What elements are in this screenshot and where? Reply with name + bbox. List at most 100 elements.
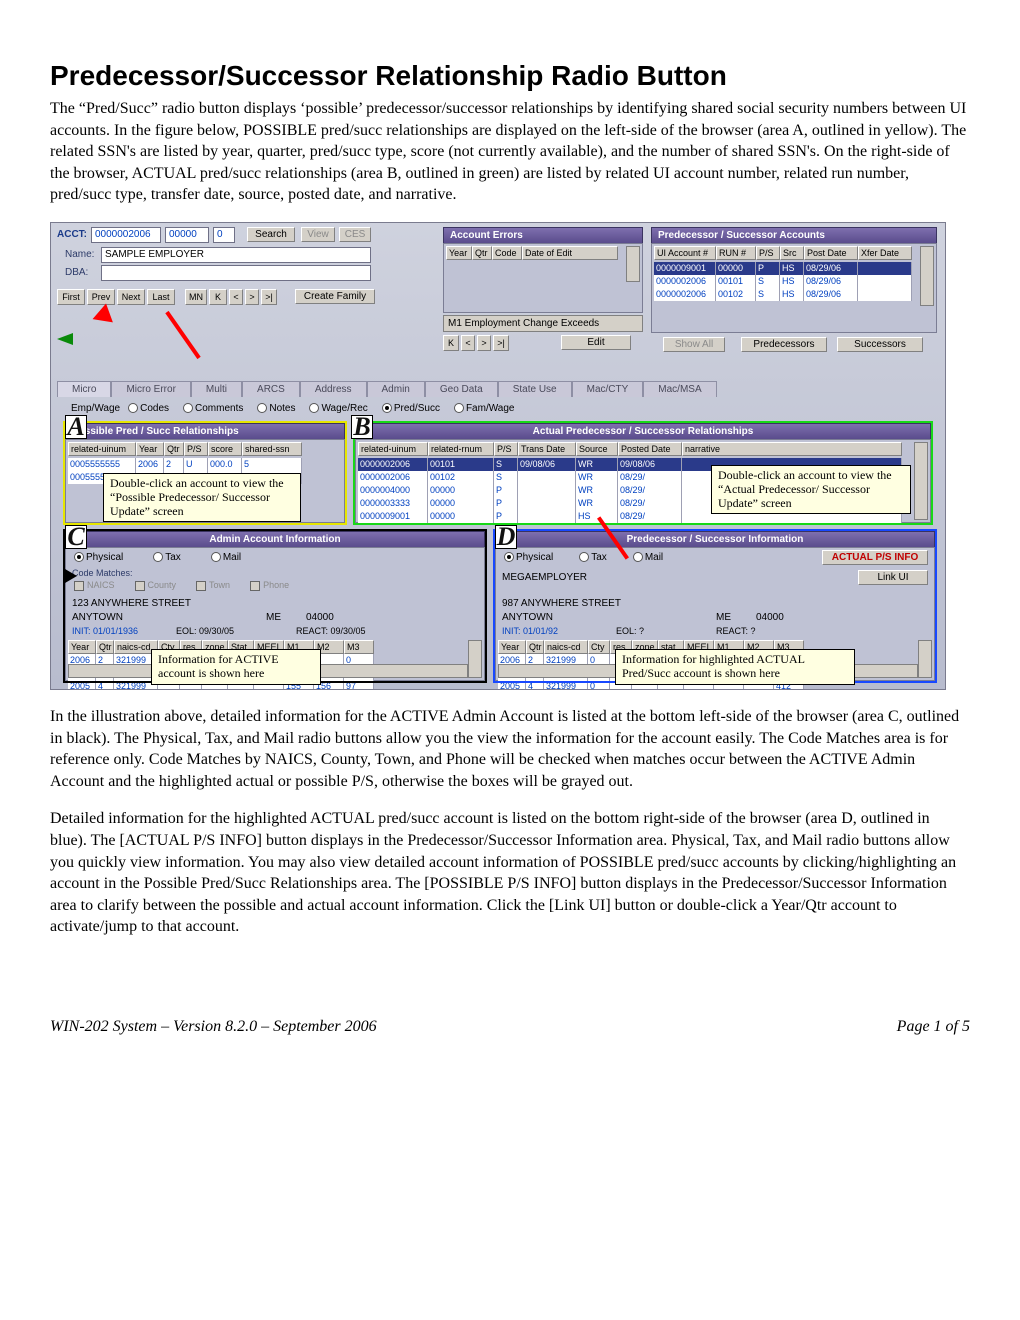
nav-first[interactable]: First (57, 289, 85, 305)
radio-codes[interactable]: Codes (128, 403, 169, 414)
err-nav-lt[interactable]: < (461, 335, 475, 351)
ces-button[interactable]: CES (339, 227, 371, 242)
admin-zip: 04000 (306, 612, 334, 623)
ps-accounts-panel: UI Account # RUN # P/S Src Post Date Xfe… (651, 243, 937, 333)
successors-button[interactable]: Successors (837, 337, 923, 352)
psinfo-city: ANYTOWN (502, 612, 553, 623)
footer-right: Page 1 of 5 (897, 1018, 970, 1036)
tab-address[interactable]: Address (300, 381, 367, 397)
chk-county: County (135, 580, 177, 591)
nav-prev[interactable]: Prev (87, 289, 115, 305)
page-footer: WIN-202 System – Version 8.2.0 – Septemb… (50, 1018, 970, 1036)
psinfo-addr1: 987 ANYWHERE STREET (502, 598, 621, 609)
psinfo-radio-physical[interactable]: Physical (504, 552, 553, 563)
errors-scroll[interactable] (626, 246, 640, 282)
subview-radios: Emp/Wage CodesCommentsNotesWage/RecPred/… (71, 403, 528, 414)
acct-label: ACCT: (57, 229, 87, 240)
tab-arcs[interactable]: ARCS (242, 381, 300, 397)
marker-a: A (65, 415, 87, 439)
nav-mn[interactable]: MN (185, 289, 207, 305)
tabs: MicroMicro ErrorMultiARCSAddressAdminGeo… (57, 381, 717, 397)
view-button[interactable]: View (301, 227, 335, 242)
name-field[interactable] (101, 247, 371, 263)
admin-radio-physical[interactable]: Physical (74, 552, 123, 563)
admin-state: ME (266, 612, 281, 623)
table-row[interactable]: 000000200600102SHS08/29/06 (654, 288, 912, 301)
tab-maccty[interactable]: Mac/CTY (572, 381, 644, 397)
chk-town: Town (196, 580, 230, 591)
tab-admin[interactable]: Admin (367, 381, 425, 397)
admin-radio-mail[interactable]: Mail (211, 552, 241, 563)
record-nav: First Prev Next Last (57, 289, 175, 305)
radio-notes[interactable]: Notes (257, 403, 295, 414)
nav-last[interactable]: Last (147, 289, 175, 305)
err-nav-first[interactable]: K (443, 335, 459, 351)
nav-k[interactable]: K (209, 289, 227, 305)
tab-microerror[interactable]: Micro Error (111, 381, 190, 397)
psinfo-init: INIT: 01/01/92 (502, 626, 558, 636)
screenshot: ACCT: Search View CES Name: DBA: First P… (50, 222, 946, 690)
errors-panel: Year Qtr Code Date of Edit (443, 243, 643, 313)
name-label: Name: (65, 249, 94, 260)
show-all-button[interactable]: Show All (663, 337, 725, 352)
admin-scroll-v[interactable] (468, 640, 482, 678)
acct-run-field[interactable] (165, 227, 209, 243)
dba-field[interactable] (101, 265, 371, 281)
search-button[interactable]: Search (247, 227, 295, 242)
admin-radio-tax[interactable]: Tax (153, 552, 181, 563)
nav-lt[interactable]: < (229, 289, 243, 305)
arrow-c-icon (65, 569, 77, 583)
intro-paragraph: The “Pred/Succ” radio button displays ‘p… (50, 98, 970, 206)
actual-ps-info-button[interactable]: ACTUAL P/S INFO (822, 550, 928, 565)
actual-header: Actual Predecessor / Successor Relations… (355, 423, 931, 440)
admin-addr1: 123 ANYWHERE STREET (72, 598, 191, 609)
psinfo-react: REACT: ? (716, 626, 756, 636)
err-nav-gt[interactable]: > (477, 335, 491, 351)
possible-tooltip: Double-click an account to view the “Pos… (103, 473, 301, 522)
acct-ui-field[interactable] (91, 227, 161, 243)
psinfo-radio-tax[interactable]: Tax (579, 552, 607, 563)
psinfo-name: MEGAEMPLOYER (502, 572, 587, 583)
admin-header: Admin Account Information (65, 531, 485, 548)
ps-accounts-cols: UI Account # RUN # P/S Src Post Date Xfe… (654, 246, 912, 260)
psinfo-tooltip: Information for highlighted ACTUAL Pred/… (615, 649, 855, 685)
edit-button[interactable]: Edit (561, 335, 631, 350)
psinfo-radio-mail[interactable]: Mail (633, 552, 663, 563)
table-row[interactable]: 000000200600101SHS08/29/06 (654, 275, 912, 288)
ps-accounts-header: Predecessor / Successor Accounts (651, 227, 937, 244)
table-row[interactable]: 000555555520062U000.05 (68, 458, 302, 471)
error-message: M1 Employment Change Exceeds (443, 315, 643, 332)
radio-comments[interactable]: Comments (183, 403, 243, 414)
dba-label: DBA: (65, 267, 88, 278)
radio-predsucc[interactable]: Pred/Succ (382, 403, 440, 414)
psinfo-scroll-v[interactable] (918, 640, 932, 678)
errors-header: Account Errors (443, 227, 643, 244)
predecessors-button[interactable]: Predecessors (741, 337, 827, 352)
acct-third-field[interactable] (213, 227, 235, 243)
radio-famwage[interactable]: Fam/Wage (454, 403, 515, 414)
code-matches-label: Code Matches: (72, 568, 133, 578)
nav-end[interactable]: >| (261, 289, 277, 305)
table-row[interactable]: 000000900100000PHS08/29/06 (654, 262, 912, 275)
mini-nav: MN K < > >| (185, 289, 277, 305)
marker-d: D (495, 525, 517, 549)
link-ui-button[interactable]: Link UI (858, 570, 928, 585)
nav-gt[interactable]: > (245, 289, 259, 305)
tab-multi[interactable]: Multi (191, 381, 242, 397)
actual-scroll[interactable] (914, 442, 928, 520)
page-title: Predecessor/Successor Relationship Radio… (50, 60, 970, 92)
create-family-button[interactable]: Create Family (295, 289, 375, 304)
tab-geodata[interactable]: Geo Data (425, 381, 498, 397)
err-nav-last[interactable]: >| (493, 335, 509, 351)
nav-next[interactable]: Next (117, 289, 145, 305)
tab-macmsa[interactable]: Mac/MSA (643, 381, 716, 397)
admin-eol: EOL: 09/30/05 (176, 626, 234, 636)
admin-tooltip: Information for ACTIVE account is shown … (151, 649, 321, 685)
psinfo-zip: 04000 (756, 612, 784, 623)
possible-header: Possible Pred / Succ Relationships (65, 423, 345, 440)
psacct-scroll[interactable] (920, 246, 934, 306)
tab-stateuse[interactable]: State Use (498, 381, 572, 397)
admin-react: REACT: 09/30/05 (296, 626, 366, 636)
tab-micro[interactable]: Micro (57, 381, 111, 397)
footer-left: WIN-202 System – Version 8.2.0 – Septemb… (50, 1018, 377, 1036)
